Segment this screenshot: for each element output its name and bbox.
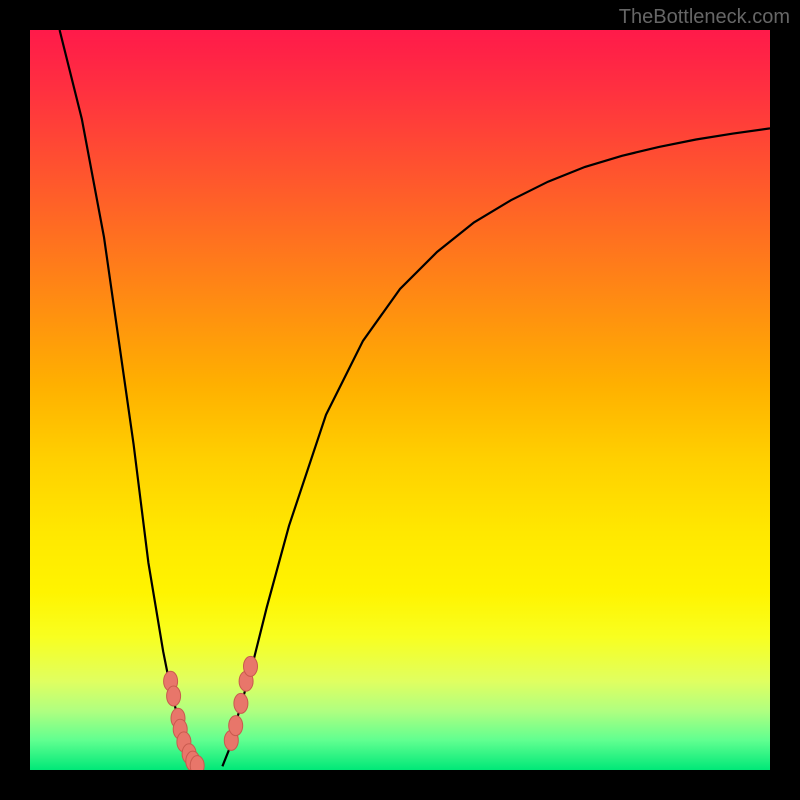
left-curve-line [60,30,201,766]
data-marker [244,656,258,676]
right-curve-line [222,128,770,766]
data-marker [190,756,204,770]
chart-svg [30,30,770,770]
data-marker [229,716,243,736]
data-marker [234,693,248,713]
data-marker [167,686,181,706]
watermark-text: TheBottleneck.com [619,6,790,29]
left-markers-group [164,671,205,770]
right-markers-group [224,656,257,750]
